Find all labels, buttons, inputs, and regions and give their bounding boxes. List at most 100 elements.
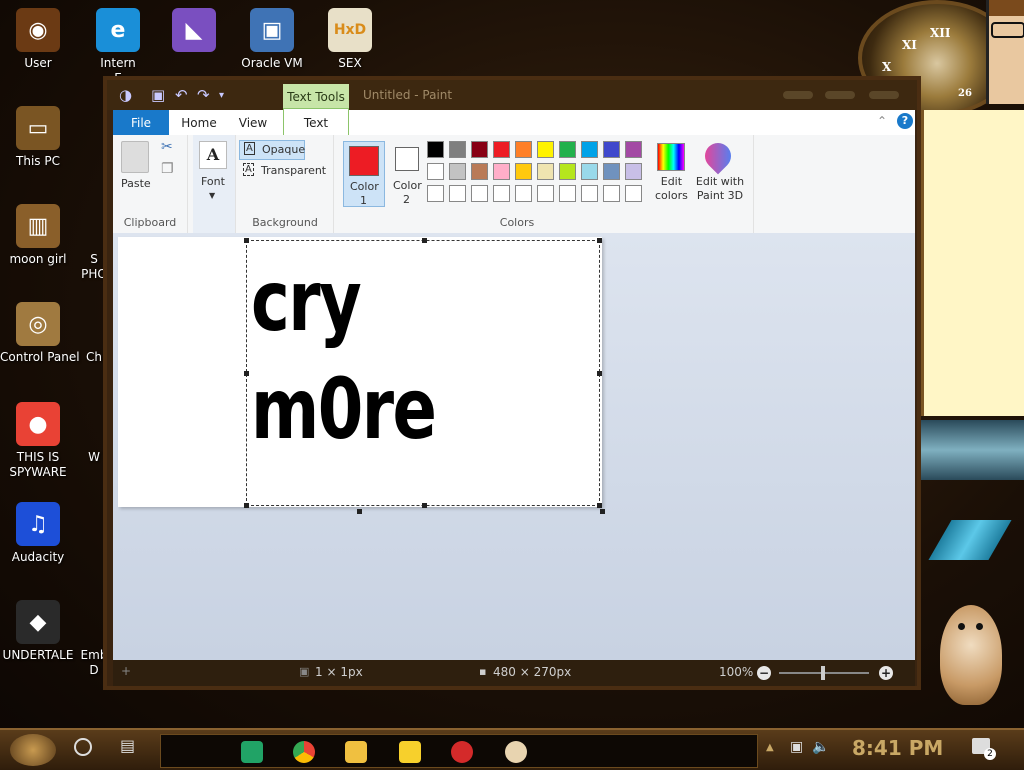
color1-button[interactable]: Color 1 [343, 141, 385, 207]
resize-handle[interactable] [244, 503, 249, 508]
drawing-canvas[interactable]: cry m0re [118, 237, 605, 514]
close-button[interactable] [869, 91, 899, 99]
transparent-option[interactable]: A Transparent [239, 162, 329, 180]
palette-color-swatch[interactable] [471, 141, 488, 158]
resize-handle[interactable] [422, 238, 427, 243]
resize-handle[interactable] [597, 238, 602, 243]
sticky-notes-taskbar-icon[interactable] [241, 741, 263, 763]
zoom-slider-thumb[interactable] [821, 666, 825, 680]
show-hidden-icons-icon[interactable]: ▲ [766, 742, 774, 753]
task-view-icon[interactable]: ▤ [120, 736, 135, 755]
paste-button[interactable]: Paste [121, 177, 151, 190]
palette-color-swatch[interactable] [427, 163, 444, 180]
desktop-icon-control-panel[interactable]: ◎ Control Panel [0, 302, 80, 365]
canvas-resize-handle[interactable] [357, 509, 362, 514]
palette-color-swatch[interactable] [603, 141, 620, 158]
palette-color-swatch[interactable] [449, 141, 466, 158]
volume-muted-icon[interactable]: 🔈 [812, 739, 829, 755]
help-icon[interactable]: ? [897, 113, 913, 129]
palette-color-swatch[interactable] [449, 163, 466, 180]
opaque-option[interactable]: A Opaque [239, 140, 305, 160]
resize-handle[interactable] [597, 371, 602, 376]
resize-handle[interactable] [244, 371, 249, 376]
desktop-icon-this-pc[interactable]: ▭ This PC [0, 106, 76, 169]
desktop-icon-user[interactable]: ◉ User [0, 8, 76, 71]
tab-file[interactable]: File [113, 110, 169, 135]
palette-color-swatch[interactable] [449, 185, 466, 202]
desktop-icon-sex[interactable]: HxD SEX [312, 8, 388, 71]
canvas-text-line[interactable]: m0re [251, 367, 437, 451]
desktop-icon-undertale[interactable]: ◆ UNDERTALE [0, 600, 76, 663]
palette-color-swatch[interactable] [515, 141, 532, 158]
paste-icon[interactable] [121, 141, 149, 173]
zoom-in-button[interactable]: + [879, 666, 893, 680]
palette-color-swatch[interactable] [427, 141, 444, 158]
canvas-text-line[interactable]: cry [251, 259, 362, 343]
palette-color-swatch[interactable] [471, 185, 488, 202]
collapse-ribbon-icon[interactable]: ⌃ [877, 114, 887, 128]
font-icon[interactable]: A [199, 141, 227, 169]
undo-icon[interactable]: ↶ [175, 86, 188, 104]
font-dropdown-icon[interactable]: ▼ [209, 191, 215, 200]
resize-handle[interactable] [422, 503, 427, 508]
palette-color-swatch[interactable] [515, 185, 532, 202]
save-icon[interactable]: ▣ [151, 86, 165, 104]
palette-color-swatch[interactable] [625, 185, 642, 202]
desktop-icon-this-is-spyware[interactable]: ● THIS IS SPYWARE [0, 402, 76, 480]
font-group[interactable]: A Font ▼ [193, 135, 236, 233]
network-icon[interactable]: ▣ [790, 739, 803, 755]
cut-icon[interactable]: ✂ [161, 139, 173, 155]
file-explorer-taskbar-icon[interactable] [345, 741, 367, 763]
canvas-resize-handle[interactable] [600, 509, 605, 514]
edit-colors-button[interactable]: Edit colors [651, 139, 691, 205]
palette-color-swatch[interactable] [537, 141, 554, 158]
desktop-icon-intern-e[interactable]: eIntern E [80, 8, 156, 86]
palette-color-swatch[interactable] [625, 141, 642, 158]
palette-color-swatch[interactable] [559, 141, 576, 158]
start-button[interactable] [10, 734, 56, 766]
app-taskbar-icon[interactable] [451, 741, 473, 763]
palette-color-swatch[interactable] [471, 163, 488, 180]
text-selection-box[interactable]: cry m0re [244, 238, 602, 508]
palette-color-swatch[interactable] [493, 185, 510, 202]
zoom-out-button[interactable]: − [757, 666, 771, 680]
palette-color-swatch[interactable] [559, 185, 576, 202]
palette-color-swatch[interactable] [493, 141, 510, 158]
desktop-icon-audacity[interactable]: ♫ Audacity [0, 502, 76, 565]
desktop-icon-moon-girl[interactable]: ▥ moon girl [0, 204, 76, 267]
palette-color-swatch[interactable] [603, 163, 620, 180]
copy-icon[interactable]: ❐ [161, 161, 174, 177]
paint-app-icon[interactable]: ◑ [119, 86, 132, 104]
palette-color-swatch[interactable] [537, 163, 554, 180]
palette-color-swatch[interactable] [581, 163, 598, 180]
maximize-button[interactable] [825, 91, 855, 99]
tab-view[interactable]: View [229, 110, 277, 135]
edit-with-paint3d-button[interactable]: Edit with Paint 3D [691, 137, 749, 205]
chrome-taskbar-icon[interactable] [293, 741, 315, 763]
customize-quick-access-icon[interactable]: ▾ [219, 90, 224, 101]
redo-icon[interactable]: ↷ [197, 86, 210, 104]
palette-color-swatch[interactable] [581, 141, 598, 158]
search-icon[interactable] [74, 738, 92, 756]
resize-handle[interactable] [244, 238, 249, 243]
desktop-icon-app[interactable]: ◣ [156, 8, 232, 56]
color2-button[interactable]: Color 2 [387, 141, 427, 206]
font-button-label[interactable]: Font [201, 175, 225, 188]
palette-color-swatch[interactable] [559, 163, 576, 180]
desktop-icon-oracle-vm[interactable]: ▣ Oracle VM [234, 8, 310, 71]
resize-handle[interactable] [597, 503, 602, 508]
tab-home[interactable]: Home [173, 110, 225, 135]
sticky-note[interactable] [920, 110, 1024, 416]
palette-color-swatch[interactable] [625, 163, 642, 180]
palette-color-swatch[interactable] [581, 185, 598, 202]
palette-color-swatch[interactable] [427, 185, 444, 202]
palette-color-swatch[interactable] [537, 185, 554, 202]
tab-text[interactable]: Text [283, 108, 349, 136]
palette-color-swatch[interactable] [515, 163, 532, 180]
taskbar-clock[interactable]: 8:41 PM [852, 736, 943, 760]
palette-color-swatch[interactable] [603, 185, 620, 202]
palette-color-swatch[interactable] [493, 163, 510, 180]
sticky-notes-app-taskbar-icon[interactable] [399, 741, 421, 763]
minimize-button[interactable] [783, 91, 813, 99]
paint-taskbar-icon[interactable] [505, 741, 527, 763]
